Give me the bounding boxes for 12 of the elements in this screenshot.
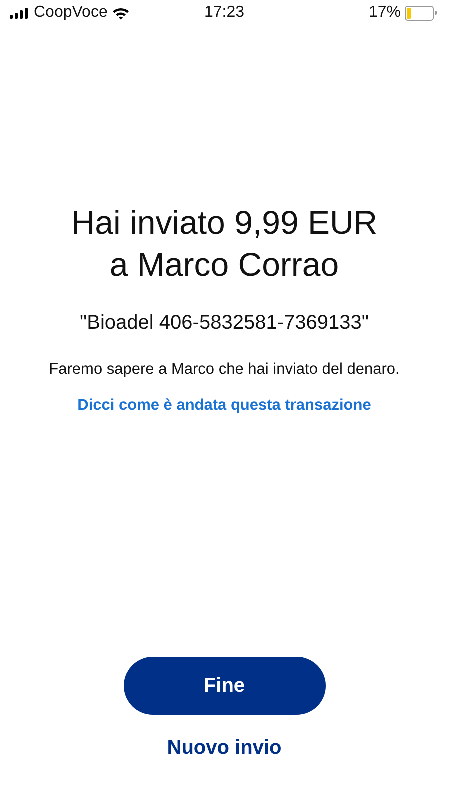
battery-icon <box>405 6 437 20</box>
notification-message: Faremo sapere a Marco che hai inviato del denaro. <box>49 361 400 379</box>
new-transfer-link[interactable]: Nuovo invio <box>167 737 282 760</box>
payment-note: "Bioadel 406-5832581-7369133" <box>80 312 369 335</box>
wifi-icon <box>112 6 130 20</box>
clock-time: 17:23 <box>204 4 245 22</box>
feedback-link[interactable]: Dicci come è andata questa transazione <box>78 397 372 415</box>
signal-icon <box>10 8 30 18</box>
done-button[interactable]: Fine <box>124 657 326 715</box>
carrier-name: CoopVoce <box>34 4 108 22</box>
battery-percent: 17% <box>368 4 401 22</box>
confirmation-title: Hai inviato 9,99 EUR a Marco Corrao <box>70 203 379 285</box>
